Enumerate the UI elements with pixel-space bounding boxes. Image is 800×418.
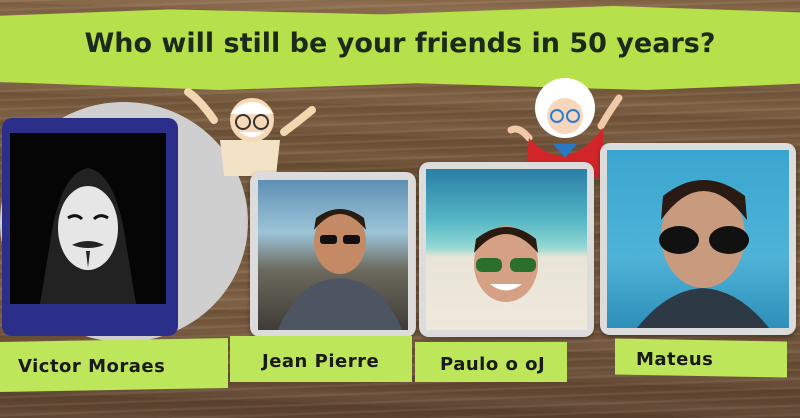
person-icon (637, 180, 769, 328)
friend-2-name: Jean Pierre (262, 351, 380, 372)
friend-3-photo (426, 169, 587, 330)
person-icon (474, 226, 538, 302)
person-icon (278, 209, 402, 330)
friend-2-photo (258, 180, 408, 330)
friend-3-name: Paulo o oJ (440, 354, 546, 375)
friend-4-photo (607, 150, 789, 328)
anonymous-mask-icon (40, 168, 136, 304)
grandpa-cartoon-icon (184, 88, 316, 176)
friend-4-name: Mateus (636, 349, 714, 370)
page-title: Who will still be your friends in 50 yea… (84, 28, 716, 59)
friend-1-name: Victor Moraes (18, 356, 166, 377)
friend-1-photo (10, 133, 166, 304)
